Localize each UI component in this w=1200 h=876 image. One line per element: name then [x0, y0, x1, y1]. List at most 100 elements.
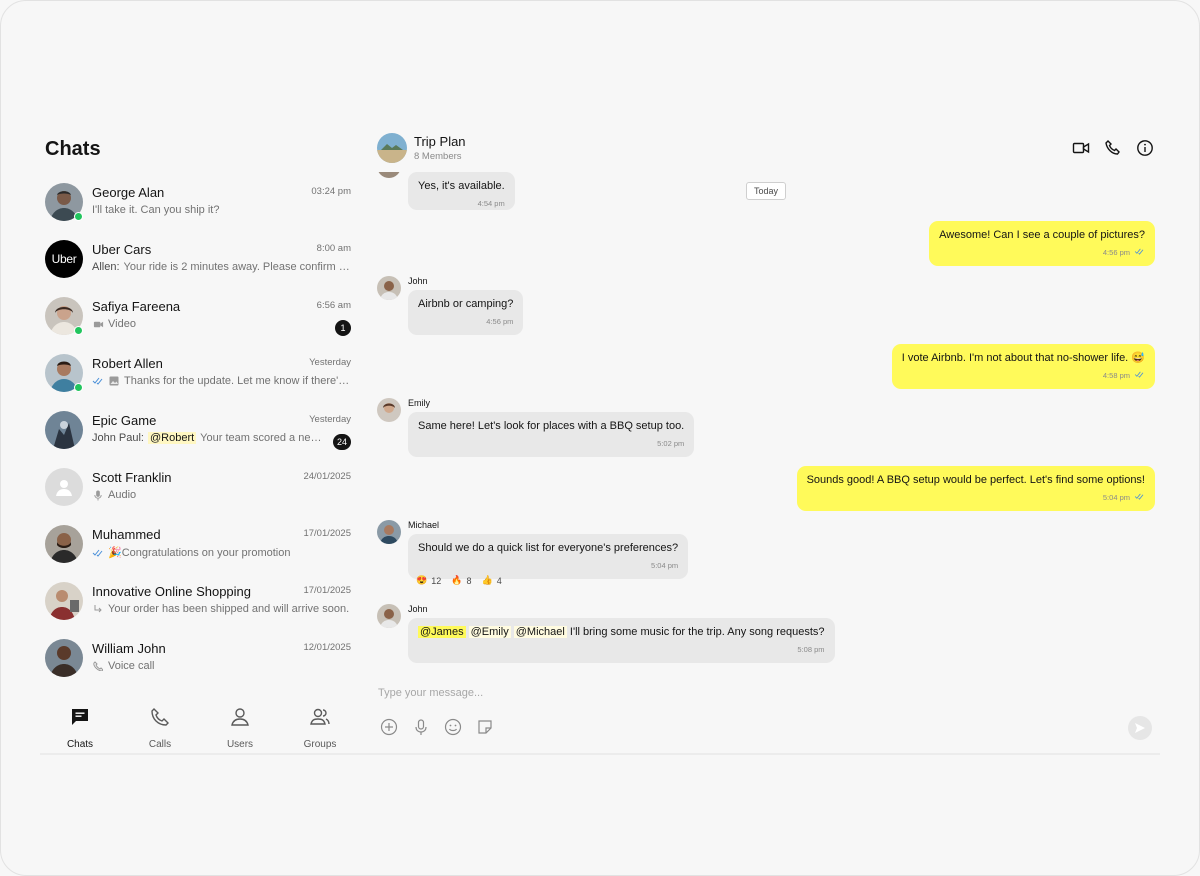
message-time: 4:58 pm	[1102, 371, 1130, 380]
chat-item-epic-game[interactable]: Epic Game Yesterday John Paul: @Robert Y…	[40, 403, 360, 460]
message-bubble[interactable]: Should we do a quick list for everyone's…	[408, 534, 689, 579]
mention-tag: @Robert	[147, 432, 197, 444]
chat-item-safiya-fareena[interactable]: Safiya Fareena 6:56 am Video 1	[40, 289, 360, 346]
message-reactions: 😍 12 🔥 8 👍 4	[416, 575, 502, 586]
chat-time: 12/01/2025	[303, 642, 351, 653]
sticker-icon[interactable]	[476, 718, 494, 736]
page-title: Chats	[45, 138, 101, 160]
chat-preview: I'll take it. Can you ship it?	[92, 204, 350, 216]
sidebar: Chats George Alan 03:24 pm I'll take it.…	[40, 128, 360, 756]
bottom-tab-bar: Chats Calls Users Groups	[40, 696, 360, 756]
info-icon[interactable]	[1136, 139, 1154, 157]
tab-users[interactable]: Users	[200, 696, 280, 756]
send-button[interactable]	[1128, 716, 1152, 740]
message-text: Should we do a quick list for everyone's…	[418, 542, 679, 554]
read-ticks-icon	[1134, 246, 1145, 260]
tab-label: Users	[226, 739, 254, 750]
reaction-count: 4	[496, 575, 502, 586]
chat-item-innovative-online-shopping[interactable]: Innovative Online Shopping 17/01/2025 Yo…	[40, 574, 360, 631]
chat-time: Yesterday	[309, 414, 351, 425]
message-text: Yes, it's available.	[418, 180, 505, 192]
online-indicator	[74, 326, 83, 335]
online-indicator	[74, 383, 83, 392]
mic-icon[interactable]	[412, 718, 430, 736]
add-attachment-icon[interactable]	[380, 718, 398, 736]
preview-text: Voice call	[108, 660, 155, 672]
chat-time: Yesterday	[309, 357, 351, 368]
divider	[40, 753, 1160, 755]
chat-time: 17/01/2025	[303, 528, 351, 539]
sender-avatar	[377, 172, 401, 178]
chat-time: 17/01/2025	[303, 585, 351, 596]
message-time: 4:56 pm	[486, 317, 514, 326]
message-text: Awesome! Can I see a couple of pictures?	[939, 229, 1145, 241]
message-meta: 5:04 pm	[807, 491, 1145, 505]
tab-calls[interactable]: Calls	[120, 696, 200, 756]
avatar-text: Uber	[51, 252, 77, 266]
preview-text: Your ride is 2 minutes away. Please conf…	[123, 261, 350, 273]
reaction-chip[interactable]: 😍 12	[416, 575, 441, 586]
mention-tag[interactable]: @James	[418, 626, 466, 638]
message-time: 5:08 pm	[797, 645, 825, 654]
unread-badge: 24	[332, 434, 351, 450]
preview-text: Video	[108, 318, 136, 330]
chat-list[interactable]: George Alan 03:24 pm I'll take it. Can y…	[40, 175, 360, 693]
chat-preview: Allen: Your ride is 2 minutes away. Pleas…	[92, 261, 350, 273]
message-bubble[interactable]: Same here! Let's look for places with a …	[408, 412, 695, 457]
unread-badge: 1	[335, 320, 351, 336]
reaction-chip[interactable]: 🔥 8	[451, 575, 471, 586]
mention-tag[interactable]: @Michael	[513, 626, 567, 638]
sender-name: Michael	[408, 520, 440, 530]
member-count: 8 Members	[414, 151, 462, 162]
preview-sender: Allen:	[92, 261, 120, 273]
sender-name: Emily	[408, 398, 430, 408]
chat-name: Epic Game	[92, 413, 157, 428]
chat-preview: Voice call	[92, 660, 350, 672]
message-bubble[interactable]: I vote Airbnb. I'm not about that no-sho…	[891, 344, 1155, 389]
message-bubble[interactable]: Yes, it's available. 4:54 pm	[408, 172, 515, 210]
message-bubble[interactable]: Airbnb or camping? 4:56 pm	[408, 290, 524, 335]
message-bubble[interactable]: Sounds good! A BBQ setup would be perfec…	[796, 466, 1155, 511]
video-call-icon[interactable]	[1072, 139, 1090, 157]
preview-sender: John Paul:	[92, 432, 144, 444]
message-meta: 5:08 pm	[418, 643, 825, 657]
chat-preview: Your order has been shipped and will arr…	[92, 603, 350, 615]
emoji-icon[interactable]	[444, 718, 462, 736]
user-icon	[229, 706, 251, 733]
chat-item-william-john[interactable]: William John 12/01/2025 Voice call	[40, 631, 360, 688]
tab-groups[interactable]: Groups	[280, 696, 360, 756]
message-bubble[interactable]: @James @Emily @Michael I'll bring some m…	[408, 618, 835, 663]
chat-name: Innovative Online Shopping	[92, 584, 252, 599]
preview-text: 🎉Congratulations on your promotion	[108, 547, 291, 559]
message-input[interactable]	[378, 684, 1078, 702]
message-list[interactable]: Yes, it's available. 4:54 pm Today Aweso…	[368, 172, 1160, 672]
message-meta: 5:02 pm	[418, 437, 684, 451]
avatar: Uber	[45, 240, 83, 278]
tab-chats[interactable]: Chats	[40, 696, 120, 756]
chat-name: Robert Allen	[92, 356, 163, 371]
reaction-chip[interactable]: 👍 4	[481, 575, 501, 586]
group-avatar[interactable]	[377, 133, 407, 163]
sender-name: John	[408, 276, 428, 286]
read-ticks-icon	[1134, 491, 1145, 505]
reaction-emoji: 🔥	[451, 575, 463, 585]
message-time: 5:02 pm	[657, 439, 685, 448]
chat-item-george-alan[interactable]: George Alan 03:24 pm I'll take it. Can y…	[40, 175, 360, 232]
voice-call-icon[interactable]	[1104, 139, 1122, 157]
default-avatar-icon	[45, 468, 83, 506]
preview-text: Your order has been shipped and will arr…	[108, 603, 350, 615]
chat-item-muhammed[interactable]: Muhammed 17/01/2025 🎉Congratulations on …	[40, 517, 360, 574]
message-text: Same here! Let's look for places with a …	[418, 420, 685, 432]
group-name[interactable]: Trip Plan	[414, 134, 466, 149]
message-meta: 4:58 pm	[902, 369, 1145, 383]
chat-item-scott-franklin[interactable]: Scott Franklin 24/01/2025 Audio	[40, 460, 360, 517]
message-bubble[interactable]: Awesome! Can I see a couple of pictures?…	[929, 221, 1155, 266]
chat-name: Uber Cars	[92, 242, 152, 257]
message-text: Sounds good! A BBQ setup would be perfec…	[806, 474, 1145, 486]
chat-item-robert-allen[interactable]: Robert Allen Yesterday Thanks for the up…	[40, 346, 360, 403]
mention-tag[interactable]: @Emily	[468, 626, 511, 638]
preview-text: Your team scored a new record today!	[200, 432, 324, 444]
chat-item-uber-cars[interactable]: Uber Uber Cars 8:00 am Allen: Your ride i…	[40, 232, 360, 289]
reaction-emoji: 👍	[481, 575, 493, 585]
avatar	[45, 411, 83, 449]
